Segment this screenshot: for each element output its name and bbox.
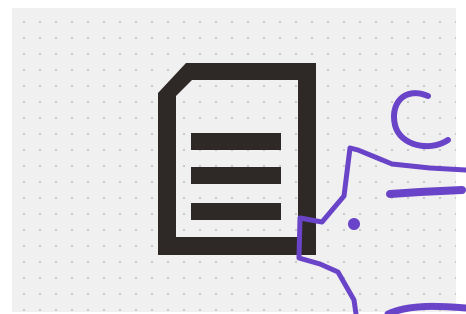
piggy-leg-outline [384,302,466,314]
piggy-eye-icon [348,218,360,230]
illustration-svg [158,63,466,314]
piggy-bank-icon [296,90,466,314]
document-outline [158,63,316,255]
document-line-3 [191,203,281,220]
document-line-1 [191,133,281,150]
coin-icon [391,90,451,150]
piggy-body-outline [296,145,466,314]
illustration-canvas [0,0,466,314]
coin-slot [386,186,466,198]
document-icon [158,63,316,255]
document-line-2 [191,167,281,184]
